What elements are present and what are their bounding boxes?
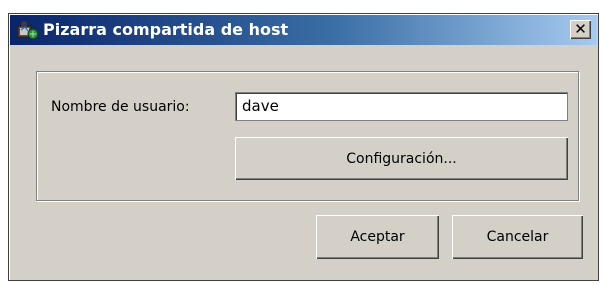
configuration-button[interactable]: Configuración... bbox=[235, 137, 568, 180]
cancel-button[interactable]: Cancelar bbox=[452, 215, 583, 259]
close-button[interactable]: ✕ bbox=[570, 20, 591, 39]
title-bar[interactable]: Pizarra compartida de host ✕ bbox=[10, 15, 597, 45]
settings-group-box bbox=[36, 71, 579, 201]
username-label: Nombre de usuario: bbox=[51, 99, 190, 115]
window-title: Pizarra compartida de host bbox=[43, 20, 289, 39]
whiteboard-app-icon bbox=[17, 20, 39, 40]
username-input[interactable]: dave bbox=[235, 92, 568, 121]
accept-button[interactable]: Aceptar bbox=[316, 215, 439, 259]
close-icon: ✕ bbox=[574, 20, 587, 38]
